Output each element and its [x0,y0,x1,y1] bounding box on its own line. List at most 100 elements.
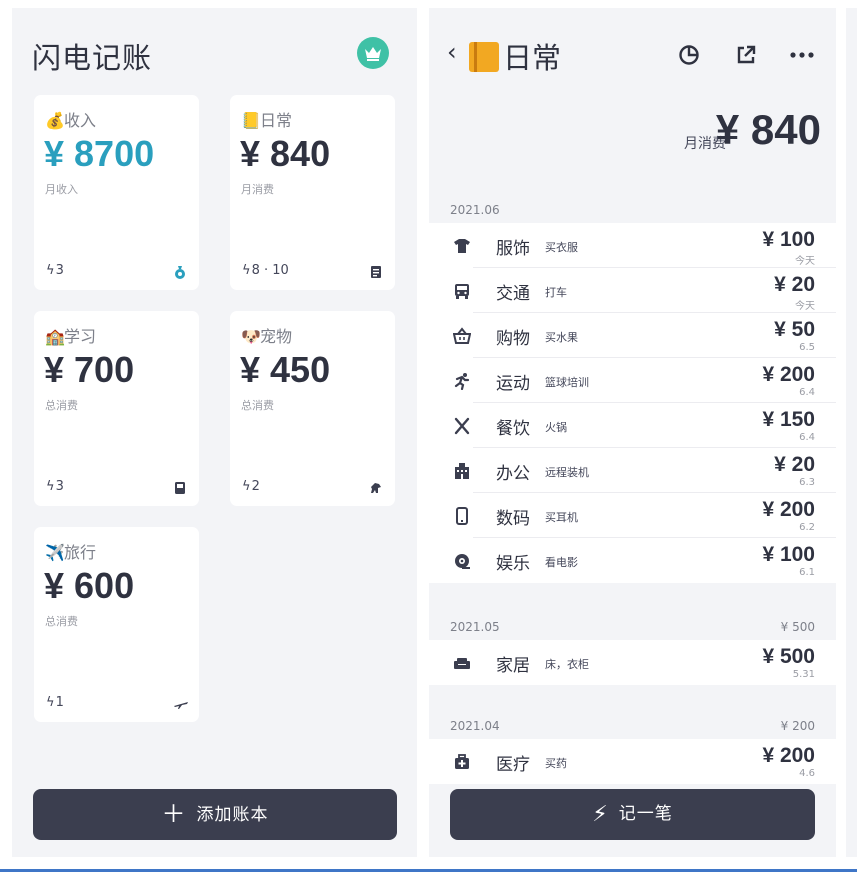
row-note: 篮球培训 [545,376,589,389]
row-amount: ¥ 200 [762,498,815,521]
book-subtitle: 总消费 [241,399,274,412]
pie-chart-icon[interactable] [677,43,701,67]
notebook-emoji: 📒 [241,111,261,130]
row-date: 6.5 [799,342,815,353]
book-amount: ¥ 840 [240,133,331,174]
group-date: 2021.06 [450,203,500,217]
transaction-row[interactable]: 医疗 买药 ¥ 200 4.6 [429,739,836,784]
dog-emoji: 🐶 [241,327,261,346]
money-bag-emoji: 💰 [45,111,65,130]
transaction-row[interactable]: 办公 远程装机 ¥ 20 6.3 [429,448,836,493]
plane-icon [173,696,188,710]
bus-icon [453,282,471,300]
phone-icon [453,507,471,525]
utensils-icon [453,417,471,435]
medkit-icon [453,753,471,771]
transaction-row[interactable]: 数码 买耳机 ¥ 200 6.2 [429,493,836,538]
category-name: 服饰 [496,239,530,259]
row-date: 今天 [795,256,815,267]
transaction-row[interactable]: 餐饮 火锅 ¥ 150 6.4 [429,403,836,448]
book-subtitle: 月收入 [45,183,78,196]
record-button[interactable]: ⚡ 记一笔 [450,789,815,840]
row-note: 床，衣柜 [545,658,589,671]
transaction-row[interactable]: 购物 买水果 ¥ 50 6.5 [429,313,836,358]
month-amount: ¥ 840 [715,106,821,153]
bolt-icon: ϟ [242,479,251,494]
category-name: 医疗 [496,755,530,775]
book-count: ϟ3 [46,263,64,278]
book-card-income[interactable]: 💰收入 ¥ 8700 月收入 ϟ3 [34,95,199,290]
row-date: 今天 [795,301,815,312]
row-amount: ¥ 20 [774,453,815,476]
more-icon[interactable] [789,43,814,67]
transaction-row[interactable]: 家居 床，衣柜 ¥ 500 5.31 [429,640,836,685]
group-date: 2021.04 [450,719,500,733]
basket-icon [452,327,472,345]
add-book-button[interactable]: ＋添加账本 [33,789,397,840]
bolt-icon: ⚡ [592,802,609,827]
book-name: 📒日常 [241,111,293,130]
row-note: 买水果 [545,331,578,344]
row-amount: ¥ 200 [762,744,815,767]
app-title: 闪电记账 [32,41,153,75]
transaction-row[interactable]: 交通 打车 ¥ 20 今天 [429,268,836,313]
category-name: 数码 [496,509,530,529]
running-icon [453,372,471,391]
notes-icon [369,264,383,278]
book-count: ϟ3 [46,479,64,494]
row-date: 6.4 [799,387,815,398]
office-icon [453,462,471,480]
page-title: 日常 [469,35,561,77]
row-date: 4.6 [799,768,815,779]
row-date: 6.4 [799,432,815,443]
transaction-row[interactable]: 娱乐 看电影 ¥ 100 6.1 [429,538,836,583]
row-amount: ¥ 150 [762,408,815,431]
transaction-row[interactable]: 运动 篮球培训 ¥ 200 6.4 [429,358,836,403]
book-subtitle: 月消费 [241,183,274,196]
back-icon[interactable]: ‹ [447,38,457,66]
book-name: 🐶宠物 [241,327,293,346]
school-emoji: 🏫 [45,327,65,346]
row-amount: ¥ 100 [762,228,815,251]
row-date: 6.2 [799,522,815,533]
row-amount: ¥ 20 [774,273,815,296]
row-amount: ¥ 200 [762,363,815,386]
category-name: 家居 [496,656,530,676]
film-icon [453,552,471,570]
book-card-study[interactable]: 🏫学习 ¥ 700 总消费 ϟ3 [34,311,199,506]
book-amount: ¥ 600 [44,565,135,606]
book-amount: ¥ 8700 [44,133,155,174]
bolt-icon: ϟ [46,263,55,278]
book-list-screen: 闪电记账 💰收入 ¥ 8700 月收入 ϟ3 📒日常 ¥ 840 月消费 ϟ8 … [12,8,417,857]
money-bag-icon [173,264,187,279]
row-note: 买衣服 [545,241,578,254]
book-subtitle: 总消费 [45,399,78,412]
notebook-icon [469,42,499,72]
book-name: ✈️旅行 [45,543,97,562]
category-name: 办公 [496,464,530,484]
shirt-icon [453,237,471,255]
category-name: 餐饮 [496,419,530,439]
next-screen-edge [846,8,857,857]
row-note: 买耳机 [545,511,578,524]
book-name: 💰收入 [45,111,97,130]
book-card-pet[interactable]: 🐶宠物 ¥ 450 总消费 ϟ2 [230,311,395,506]
row-date: 6.3 [799,477,815,488]
group-total: ¥ 500 [780,620,815,634]
category-name: 交通 [496,284,530,304]
book-subtitle: 总消费 [45,615,78,628]
bolt-icon: ϟ [46,695,55,710]
category-name: 运动 [496,374,530,394]
share-icon[interactable] [734,43,758,67]
row-date: 5.31 [792,669,815,680]
book-amount: ¥ 450 [240,349,331,390]
bolt-icon: ϟ [242,263,251,278]
book-detail-screen: ‹ 日常 月消费 ¥ 840 2021.06 服饰 买衣服 ¥ 100 今天 交… [429,8,836,857]
bolt-icon: ϟ [46,479,55,494]
dog-icon [369,480,383,494]
transaction-row[interactable]: 服饰 买衣服 ¥ 100 今天 [429,223,836,268]
group-date: 2021.05 [450,620,500,634]
book-card-travel[interactable]: ✈️旅行 ¥ 600 总消费 ϟ1 [34,527,199,722]
book-card-daily[interactable]: 📒日常 ¥ 840 月消费 ϟ8 · 10 [230,95,395,290]
crown-icon[interactable] [357,37,389,69]
